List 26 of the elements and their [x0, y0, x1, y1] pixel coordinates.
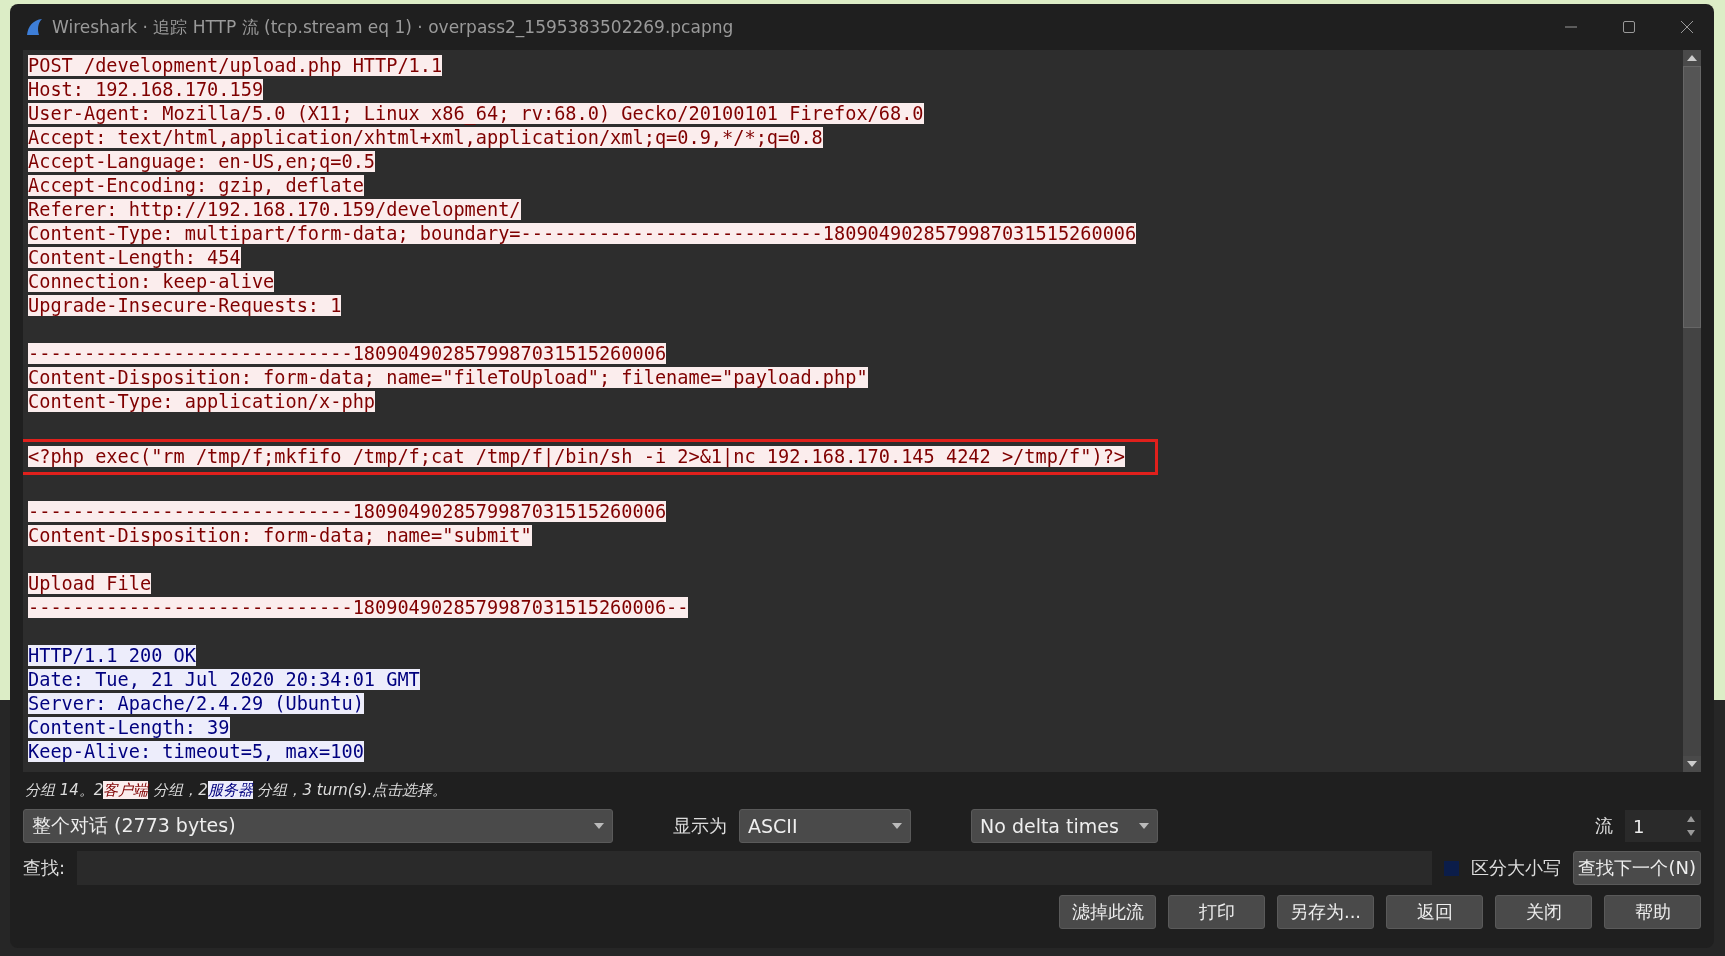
- close-icon[interactable]: [1680, 20, 1694, 34]
- find-next-button[interactable]: 查找下一个(N): [1573, 851, 1701, 885]
- show-as-label: 显示为: [673, 814, 727, 838]
- caret-icon: [892, 823, 902, 829]
- caret-icon: [1139, 823, 1149, 829]
- show-as-dropdown[interactable]: ASCII: [739, 809, 911, 843]
- stream-label: 流: [1595, 814, 1613, 838]
- dialog-button[interactable]: 返回: [1386, 895, 1483, 929]
- conversation-dropdown[interactable]: 整个对话 (2773 bytes): [23, 809, 613, 843]
- caret-icon: [594, 823, 604, 829]
- fin-icon: [24, 17, 44, 37]
- case-label: 区分大小写: [1471, 856, 1562, 880]
- scroll-down-icon[interactable]: [1683, 756, 1701, 772]
- scroll-up-icon[interactable]: [1683, 50, 1701, 66]
- dialog-button[interactable]: 滤掉此流: [1059, 895, 1156, 929]
- scrollbar[interactable]: [1683, 50, 1701, 772]
- dialog-button[interactable]: 打印: [1168, 895, 1265, 929]
- stream-spinbox[interactable]: 1: [1625, 810, 1701, 842]
- delta-dropdown[interactable]: No delta times: [971, 809, 1158, 843]
- dialog-button[interactable]: 另存为...: [1277, 895, 1374, 929]
- dialog-button[interactable]: 帮助: [1604, 895, 1701, 929]
- dialog-button[interactable]: 关闭: [1495, 895, 1592, 929]
- window-title: Wireshark · 追踪 HTTP 流 (tcp.stream eq 1) · overpass2_1595383502269.pcapng: [52, 15, 735, 39]
- find-label: 查找:: [23, 856, 66, 880]
- case-checkbox[interactable]: [1444, 860, 1460, 876]
- maximize-icon[interactable]: [1622, 20, 1636, 34]
